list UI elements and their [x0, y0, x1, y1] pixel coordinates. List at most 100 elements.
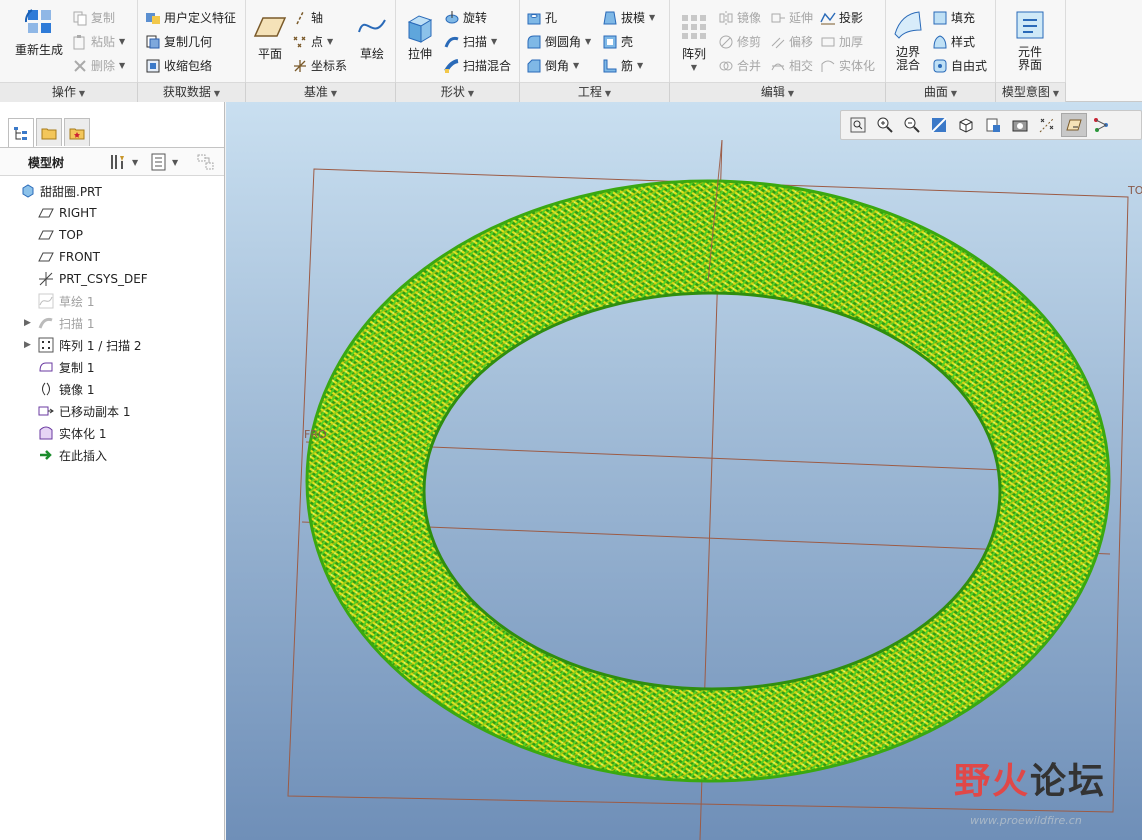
sweep-icon: [38, 315, 54, 331]
tree-item[interactable]: 甜甜圈.PRT: [0, 180, 224, 202]
pattern-icon: [38, 337, 54, 353]
axis-icon: [292, 10, 308, 26]
axis-button[interactable]: 轴: [292, 9, 323, 26]
plane-button[interactable]: 平面: [250, 10, 290, 61]
tree-item[interactable]: PRT_CSYS_DEF: [0, 268, 224, 290]
csys-button[interactable]: 坐标系: [292, 57, 347, 74]
zoom-in-button[interactable]: [872, 113, 898, 137]
tree-item-label: PRT_CSYS_DEF: [59, 272, 148, 286]
merge-button[interactable]: 合并: [718, 57, 761, 74]
view-manager-button[interactable]: [1007, 113, 1033, 137]
tree-item[interactable]: 镜像 1: [0, 378, 224, 400]
pattern-icon: [677, 10, 711, 44]
thicken-button[interactable]: 加厚: [820, 33, 863, 50]
tree-item[interactable]: ▶ 扫描 1: [0, 312, 224, 334]
tab-model-tree[interactable]: [8, 118, 34, 148]
datum-display-button[interactable]: [1061, 113, 1087, 137]
revolve-button[interactable]: 旋转: [444, 9, 487, 26]
group-footer-engineering[interactable]: 工程 ▼: [520, 82, 670, 102]
chamfer-button[interactable]: 倒角 ▼: [526, 57, 579, 74]
scene-canvas[interactable]: [226, 102, 1142, 840]
tree-item[interactable]: 在此插入: [0, 444, 224, 466]
graphics-viewport[interactable]: TO FRO 野火论坛 www.proewildfire.cn: [226, 102, 1142, 840]
pattern-button[interactable]: 阵列 ▼: [674, 10, 714, 74]
tree-filter-icon: [197, 154, 214, 170]
pattern-label: 阵列: [681, 47, 706, 61]
paste-icon: [72, 34, 88, 50]
tree-item-label: 甜甜圈.PRT: [40, 184, 102, 199]
refit-button[interactable]: [845, 113, 871, 137]
delete-button[interactable]: 删除 ▼: [72, 57, 125, 74]
tree-filter-button[interactable]: [196, 153, 216, 174]
shell-button[interactable]: 壳: [602, 33, 633, 50]
tree-item[interactable]: 已移动副本 1: [0, 400, 224, 422]
tree-item[interactable]: RIGHT: [0, 202, 224, 224]
rib-button[interactable]: 筋 ▼: [602, 57, 643, 74]
tree-item[interactable]: TOP: [0, 224, 224, 246]
copy-geometry-button[interactable]: 复制几何: [145, 33, 212, 50]
trim-button[interactable]: 修剪: [718, 33, 761, 50]
extend-button[interactable]: 延伸: [770, 9, 813, 26]
group-footer-surfaces[interactable]: 曲面 ▼: [886, 82, 996, 102]
swept-blend-button[interactable]: 扫描混合: [444, 57, 511, 74]
offset-icon: [770, 34, 786, 50]
saved-views-button[interactable]: [980, 113, 1006, 137]
tree-item[interactable]: 草绘 1: [0, 290, 224, 312]
sketch-button[interactable]: 草绘: [354, 10, 390, 61]
draft-button[interactable]: 拔模 ▼: [602, 9, 655, 26]
tree-item[interactable]: 实体化 1: [0, 422, 224, 444]
datum-label-front: FRO: [304, 428, 327, 441]
display-style-button[interactable]: [953, 113, 979, 137]
hole-button[interactable]: 孔: [526, 9, 557, 26]
solidify-button[interactable]: 实体化: [820, 57, 875, 74]
repaint-button[interactable]: [926, 113, 952, 137]
tree-columns-button[interactable]: ▼: [150, 152, 178, 172]
sweep-button[interactable]: 扫描 ▼: [444, 33, 497, 50]
tree-item[interactable]: 复制 1: [0, 356, 224, 378]
group-label-shape: 形状: [440, 85, 465, 99]
component-interface-button[interactable]: 元件 界面: [1010, 8, 1050, 72]
torus-model[interactable]: [305, 179, 1111, 783]
insert-here-icon: [38, 447, 54, 463]
shrinkwrap-button[interactable]: 收缩包络: [145, 57, 212, 74]
paste-button[interactable]: 粘贴 ▼: [72, 33, 125, 50]
zoom-out-button[interactable]: [899, 113, 925, 137]
tree-item[interactable]: ▶ 阵列 1 / 扫描 2: [0, 334, 224, 356]
extrude-button[interactable]: 拉伸: [400, 10, 440, 61]
offset-button[interactable]: 偏移: [770, 33, 813, 50]
group-footer-datum[interactable]: 基准 ▼: [246, 82, 396, 102]
group-shape: 拉伸 旋转 扫描 ▼ 扫描混合: [396, 0, 520, 82]
round-button[interactable]: 倒圆角 ▼: [526, 33, 591, 50]
intersect-button[interactable]: 相交: [770, 57, 813, 74]
fill-button[interactable]: 填充: [932, 9, 975, 26]
tree-item-label: FRONT: [59, 250, 100, 264]
group-footer-get-data[interactable]: 获取数据 ▼: [138, 82, 246, 102]
tree-item[interactable]: FRONT: [0, 246, 224, 268]
udf-button[interactable]: 用户定义特征: [145, 9, 236, 26]
copy-button[interactable]: 复制: [72, 9, 115, 26]
annotation-display-button[interactable]: [1088, 113, 1114, 137]
component-interface-label-line2: 界面: [1017, 58, 1042, 72]
freestyle-button[interactable]: 自由式: [932, 57, 987, 74]
group-footer-shape[interactable]: 形状 ▼: [396, 82, 520, 102]
shrinkwrap-icon: [145, 58, 161, 74]
mirror-button[interactable]: 镜像: [718, 9, 761, 26]
style-button[interactable]: 样式: [932, 33, 975, 50]
regenerate-button[interactable]: 重新生成: [10, 6, 68, 57]
tab-favorites[interactable]: [64, 118, 90, 146]
group-get-data: 用户定义特征 复制几何 收缩包络: [138, 0, 246, 82]
project-button[interactable]: 投影: [820, 9, 863, 26]
perspective-button[interactable]: [1034, 113, 1060, 137]
tab-folder-browser[interactable]: [36, 118, 62, 146]
group-footer-operations[interactable]: 操作 ▼: [0, 82, 138, 102]
revolve-icon: [444, 10, 460, 26]
group-footer-editing[interactable]: 编辑 ▼: [670, 82, 886, 102]
folder-icon: [41, 128, 57, 139]
expand-arrow-icon[interactable]: ▶: [24, 340, 31, 350]
point-button[interactable]: 点 ▼: [292, 33, 333, 50]
tree-settings-button[interactable]: ▼: [108, 152, 138, 172]
intersect-label: 相交: [789, 59, 814, 73]
boundary-blend-button[interactable]: 边界 混合: [888, 8, 928, 72]
expand-arrow-icon[interactable]: ▶: [24, 318, 31, 328]
group-footer-model-intent[interactable]: 模型意图 ▼: [996, 82, 1066, 102]
